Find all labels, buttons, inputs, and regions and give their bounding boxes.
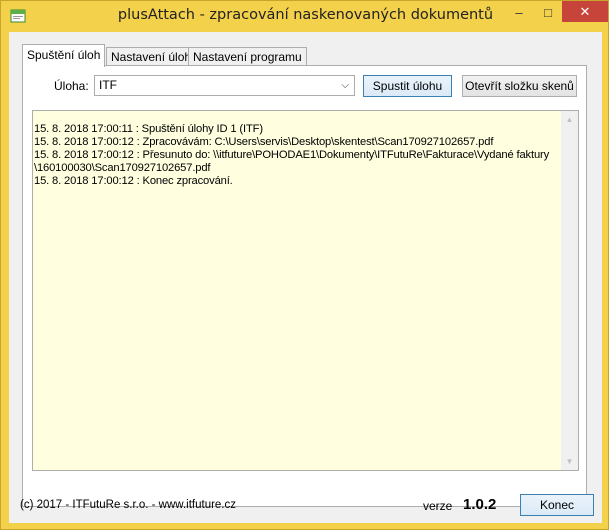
vertical-scrollbar[interactable]: ▲ ▼ — [561, 111, 578, 470]
log-line: 15. 8. 2018 17:00:12 : Zpracovávám: C:\U… — [34, 136, 494, 148]
copyright-text: (c) 2017 - ITFutuRe s.r.o. - www.itfutur… — [20, 499, 237, 511]
app-window: plusAttach - zpracování naskenovaných do… — [0, 0, 609, 530]
title-bar: plusAttach - zpracování naskenovaných do… — [1, 1, 609, 32]
maximize-icon[interactable]: □ — [534, 2, 562, 22]
exit-button[interactable]: Konec — [520, 494, 594, 516]
scroll-up-icon[interactable]: ▲ — [561, 111, 578, 128]
tab-panel: Úloha: ITF ⌵ Spustit úlohu Otevřít složk… — [22, 65, 587, 507]
task-select-value: ITF — [99, 78, 117, 92]
log-lines: 15. 8. 2018 17:00:11 : Spuštění úlohy ID… — [34, 123, 559, 188]
task-select[interactable]: ITF ⌵ — [94, 75, 355, 96]
tab-nastaveni-programu[interactable]: Nastavení programu — [188, 47, 307, 66]
minimize-icon[interactable]: – — [505, 2, 533, 22]
open-scan-folder-button[interactable]: Otevřít složku skenů — [462, 75, 577, 97]
log-line: \160100030\Scan170927102657.pdf — [34, 162, 211, 174]
log-line: 15. 8. 2018 17:00:11 : Spuštění úlohy ID… — [34, 123, 263, 135]
client-area: Spuštění úloh Nastavení úloh Nastavení p… — [9, 32, 602, 523]
version-value: 1.0.2 — [463, 496, 497, 513]
scroll-down-icon[interactable]: ▼ — [561, 453, 578, 470]
task-label: Úloha: — [54, 79, 89, 93]
close-icon[interactable]: ✕ — [562, 1, 608, 22]
version-label: verze — [423, 499, 453, 513]
log-textarea[interactable]: 15. 8. 2018 17:00:11 : Spuštění úlohy ID… — [32, 110, 579, 471]
log-line: 15. 8. 2018 17:00:12 : Konec zpracování. — [34, 175, 233, 187]
log-line: 15. 8. 2018 17:00:12 : Přesunuto do: \\i… — [34, 149, 550, 161]
run-task-button[interactable]: Spustit úlohu — [363, 75, 452, 97]
tab-spusteni-uloh[interactable]: Spuštění úloh — [22, 44, 106, 67]
chevron-down-icon[interactable]: ⌵ — [341, 76, 349, 95]
tab-nastaveni-uloh[interactable]: Nastavení úloh — [106, 47, 197, 66]
